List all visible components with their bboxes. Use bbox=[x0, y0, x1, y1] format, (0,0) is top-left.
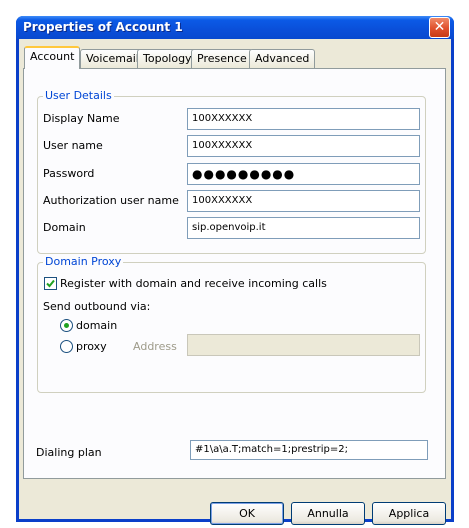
user-details-group: User Details Display Name 100XXXXXX User… bbox=[37, 90, 426, 254]
register-checkbox[interactable] bbox=[44, 277, 57, 290]
tab-advanced[interactable]: Advanced bbox=[249, 49, 316, 68]
tab-account[interactable]: Account bbox=[24, 46, 81, 69]
domain-proxy-legend: Domain Proxy bbox=[43, 255, 124, 268]
radio-domain[interactable] bbox=[60, 319, 73, 332]
register-checkbox-label[interactable]: Register with domain and receive incomin… bbox=[60, 277, 327, 291]
apply-button[interactable]: Applica bbox=[372, 502, 446, 525]
auth-user-name-label: Authorization user name bbox=[43, 194, 179, 207]
radio-proxy-label[interactable]: proxy bbox=[76, 340, 107, 354]
checkmark-icon bbox=[46, 279, 55, 288]
user-name-label: User name bbox=[43, 139, 103, 152]
properties-dialog: Properties of Account 1 ✕ Account Voicem… bbox=[16, 16, 454, 525]
domain-label: Domain bbox=[43, 221, 86, 234]
display-name-field[interactable]: 100XXXXXX bbox=[187, 108, 420, 130]
password-label: Password bbox=[43, 167, 95, 180]
dialing-plan-label: Dialing plan bbox=[36, 446, 102, 459]
address-label: Address bbox=[133, 340, 177, 353]
tab-voicemail[interactable]: Voicemail bbox=[80, 49, 145, 68]
domain-proxy-group: Domain Proxy Register with domain and re… bbox=[37, 256, 426, 393]
tab-presence[interactable]: Presence bbox=[191, 49, 253, 68]
radio-proxy[interactable] bbox=[60, 340, 73, 353]
radio-domain-label[interactable]: domain bbox=[76, 319, 117, 333]
password-field[interactable]: ●●●●●●●●● bbox=[187, 163, 420, 185]
tab-topology[interactable]: Topology bbox=[137, 49, 198, 68]
user-details-legend: User Details bbox=[43, 89, 114, 102]
title-bar[interactable]: Properties of Account 1 ✕ bbox=[16, 16, 454, 39]
domain-field[interactable]: sip.openvoip.it bbox=[187, 217, 420, 239]
auth-user-name-field[interactable]: 100XXXXXX bbox=[187, 190, 420, 212]
dialing-plan-field[interactable]: #1\a\a.T;match=1;prestrip=2; bbox=[190, 440, 428, 460]
address-field bbox=[187, 334, 420, 356]
display-name-label: Display Name bbox=[43, 112, 120, 125]
account-tab-panel: User Details Display Name 100XXXXXX User… bbox=[23, 68, 446, 479]
dialog-body: Account Voicemail Topology Presence Adva… bbox=[19, 39, 451, 525]
ok-button[interactable]: OK bbox=[210, 502, 284, 525]
dialog-title: Properties of Account 1 bbox=[23, 20, 183, 34]
cancel-button[interactable]: Annulla bbox=[291, 502, 365, 525]
send-outbound-label: Send outbound via: bbox=[43, 300, 151, 313]
user-name-field[interactable]: 100XXXXXX bbox=[187, 135, 420, 157]
close-icon[interactable]: ✕ bbox=[429, 17, 450, 38]
